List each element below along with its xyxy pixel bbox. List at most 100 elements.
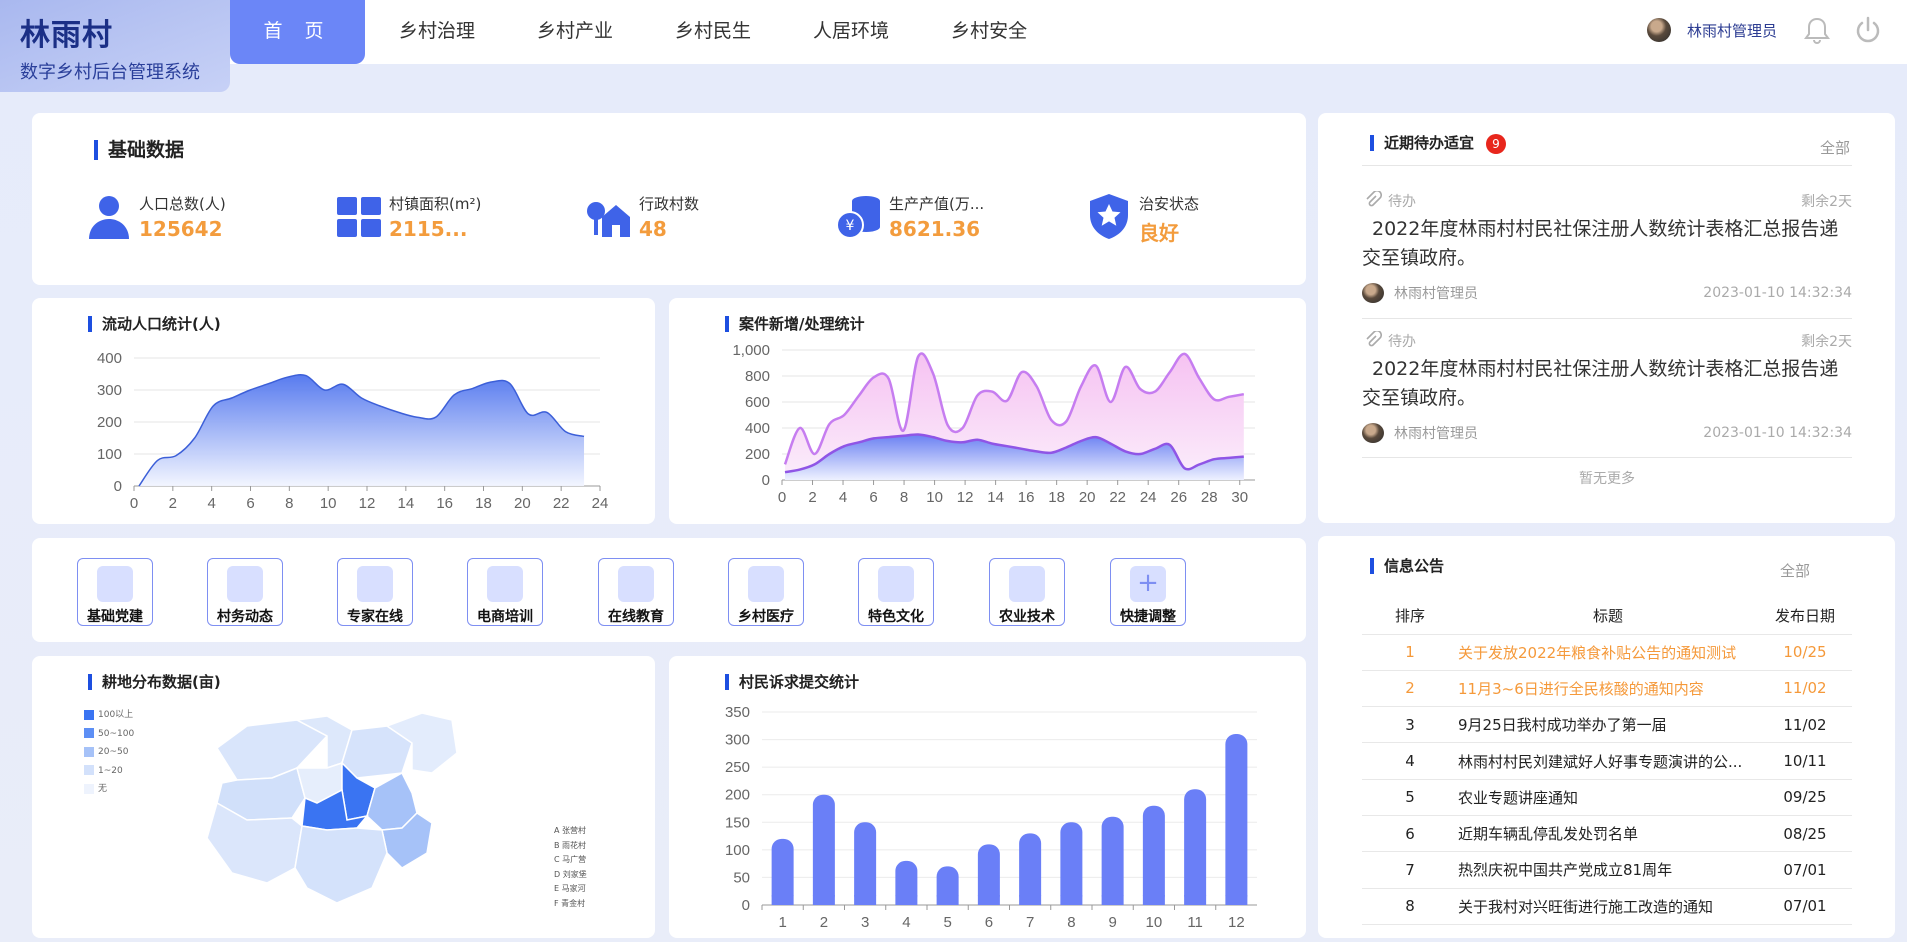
quick-ecommerce-training[interactable]: 电商培训 xyxy=(467,558,543,626)
x-tick-label: 18 xyxy=(475,495,492,512)
x-tick-label: 8 xyxy=(1067,914,1075,931)
x-tick-label: 16 xyxy=(436,495,453,512)
x-tick-label: 4 xyxy=(839,489,847,506)
quick-online-education[interactable]: 在线教育 xyxy=(598,558,674,626)
floating-population-panel: 流动人口统计(人) 0 100 200 300 400 0 2 4 6 8 10 12 14 16 18 20… xyxy=(32,298,655,524)
bar xyxy=(1225,734,1248,905)
petition-stats-panel: 村民诉求提交统计 0 50 100 150 200 250 300 350 1 2 3 4 5 6 7 8 9 1… xyxy=(669,656,1306,938)
y-tick-label: 400 xyxy=(97,350,122,367)
x-tick-label: 24 xyxy=(1140,489,1157,506)
todo-item[interactable]: 待办 剩余2天 2022年度林雨村村民社保注册人数统计表格汇总报告递交至镇政府。… xyxy=(1362,331,1852,451)
quick-label: 乡村医疗 xyxy=(738,609,794,625)
quick-village-medical[interactable]: 乡村医疗 xyxy=(728,558,804,626)
svg-text:¥: ¥ xyxy=(846,218,855,234)
divider xyxy=(1362,318,1852,319)
table-row[interactable]: 7 热烈庆祝中国共产党成立81周年 07/01 xyxy=(1362,851,1852,889)
stat-output: ¥ 生产产值(万... 8621.36 xyxy=(834,191,1034,251)
table-row[interactable]: 4 林雨村村民刘建斌好人好事专题演讲的公... 10/11 xyxy=(1362,742,1852,780)
quick-expert-online[interactable]: 专家在线 xyxy=(337,558,413,626)
notice-all-link[interactable]: 全部 xyxy=(1780,560,1810,581)
bar-base xyxy=(1142,895,1165,905)
nav-governance[interactable]: 乡村治理 xyxy=(371,0,503,64)
quick-culture[interactable]: 特色文化 xyxy=(858,558,934,626)
cell-date: 10/25 xyxy=(1758,634,1852,671)
x-tick-label: 8 xyxy=(900,489,908,506)
x-tick-label: 18 xyxy=(1048,489,1065,506)
village-item: D 刘家堡 xyxy=(554,869,587,879)
x-tick-label: 26 xyxy=(1170,489,1187,506)
nav-environment[interactable]: 人居环境 xyxy=(785,0,917,64)
case-stats-panel: 案件新增/处理统计 0 200 400 600 800 1,000 0 2 4 6 8 10 12 14 1… xyxy=(669,298,1306,524)
cell-date: 07/01 xyxy=(1758,888,1852,925)
quick-label: 村务动态 xyxy=(217,609,273,625)
legend-item: 20~50 xyxy=(98,747,129,757)
nav-livelihood[interactable]: 乡村民生 xyxy=(647,0,779,64)
nav-industry[interactable]: 乡村产业 xyxy=(509,0,641,64)
notice-title: 信息公告 xyxy=(1370,558,1444,574)
quick-agri-tech[interactable]: 农业技术 xyxy=(989,558,1065,626)
table-row[interactable]: 8 关于我村对兴旺街进行施工改造的通知 07/01 xyxy=(1362,888,1852,925)
village-item: F 青金村 xyxy=(554,898,586,908)
y-tick-label: 300 xyxy=(725,732,750,749)
bar xyxy=(1142,805,1165,905)
bell-icon[interactable] xyxy=(1801,14,1833,46)
notice-table: 排序 标题 发布日期 1 关于发放2022年粮食补贴公告的通知测试 10/25 21… xyxy=(1362,598,1852,925)
todo-item[interactable]: 待办 剩余2天 2022年度林雨村村民社保注册人数统计表格汇总报告递交至镇政府。… xyxy=(1362,191,1852,311)
document-icon xyxy=(227,566,263,602)
y-tick-label: 350 xyxy=(725,704,750,721)
grid-icon xyxy=(337,197,381,237)
x-tick-label: 22 xyxy=(553,495,570,512)
table-row[interactable]: 5 农业专题讲座通知 09/25 xyxy=(1362,779,1852,816)
brand-title: 林雨村 xyxy=(20,18,113,53)
nav-home[interactable]: 首 页 xyxy=(230,0,365,64)
y-tick-label: 150 xyxy=(725,814,750,831)
cell-title: 9月25日我村成功举办了第一届 xyxy=(1458,706,1758,744)
brand-block: 林雨村 数字乡村后台管理系统 xyxy=(0,0,230,92)
todo-status: 待办 xyxy=(1388,334,1416,350)
cell-rank: 8 xyxy=(1362,888,1458,925)
x-tick-label: 12 xyxy=(1228,914,1245,931)
shopping-bag-icon xyxy=(487,566,523,602)
cell-rank: 4 xyxy=(1362,742,1458,780)
cell-date: 08/25 xyxy=(1758,815,1852,853)
avatar xyxy=(1646,18,1671,42)
village-list: A 张营村 B 雨花村 C 马广营 D 刘家堡 E 马家河 F 青金村 xyxy=(554,824,587,911)
floating-population-chart: 01002003004000 2 4 6 8 10 12 14 16 18 20 22 24 xyxy=(97,350,608,512)
cell-title: 农业专题讲座通知 xyxy=(1458,779,1758,816)
quick-label: 在线教育 xyxy=(608,609,664,625)
quick-village-news[interactable]: 村务动态 xyxy=(207,558,283,626)
todo-title: 近期待办适宜 xyxy=(1370,135,1474,151)
table-row[interactable]: 2 11月3~6日进行全民核酸的通知内容 11/02 xyxy=(1362,670,1852,708)
stat-label: 村镇面积(m²) xyxy=(389,195,482,213)
stat-label: 人口总数(人) xyxy=(139,195,226,213)
bar-base xyxy=(1184,895,1207,905)
chart-title: 耕地分布数据(亩) xyxy=(88,674,221,690)
stat-label: 治安状态 xyxy=(1139,195,1200,213)
legend-item: 50~100 xyxy=(98,728,135,739)
case-stats-chart: 02004006008001,0000 2 4 6 8 10 12 14 16 18 20 22 24 2… xyxy=(732,342,1255,506)
power-icon[interactable] xyxy=(1852,14,1884,46)
x-tick-label: 22 xyxy=(1109,489,1126,506)
bar xyxy=(854,822,877,905)
y-tick-label: 100 xyxy=(97,446,122,463)
stat-security: 治安状态 良好 xyxy=(1084,191,1284,251)
table-row[interactable]: 6 近期车辆乱停乱发处罚名单 08/25 xyxy=(1362,815,1852,853)
bar-base xyxy=(1019,895,1042,905)
table-row[interactable]: 3 9月25日我村成功举办了第一届 11/02 xyxy=(1362,706,1852,744)
nav-safety[interactable]: 乡村安全 xyxy=(923,0,1055,64)
todo-owner: 林雨村管理员 xyxy=(1394,426,1478,442)
expert-icon xyxy=(357,566,393,602)
y-tick-label: 400 xyxy=(745,420,770,437)
table-row[interactable]: 1 关于发放2022年粮食补贴公告的通知测试 10/25 xyxy=(1362,634,1852,671)
quick-adjust[interactable]: + 快捷调整 xyxy=(1110,558,1186,626)
x-tick-label: 0 xyxy=(778,489,786,506)
quick-label: 快捷调整 xyxy=(1120,609,1176,625)
quick-label: 电商培训 xyxy=(477,609,533,625)
todo-remaining: 剩余2天 xyxy=(1801,334,1852,350)
cell-title: 关于发放2022年粮食补贴公告的通知测试 xyxy=(1458,634,1758,671)
user-menu[interactable]: 林雨村管理员 xyxy=(1646,18,1777,42)
quick-party-building[interactable]: 基础党建 xyxy=(77,558,153,626)
x-tick-label: 3 xyxy=(861,914,869,931)
y-tick-label: 100 xyxy=(725,842,750,859)
todo-all-link[interactable]: 全部 xyxy=(1820,137,1850,158)
